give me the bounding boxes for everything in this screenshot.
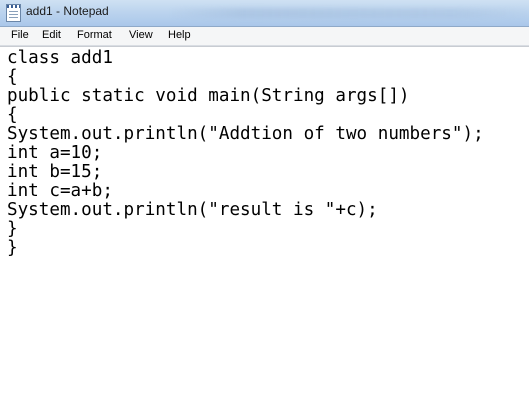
code-line: System.out.println("result is "+c); xyxy=(7,200,378,220)
code-line: } xyxy=(7,219,18,239)
code-line: public static void main(String args[]) xyxy=(7,86,410,106)
text-editor[interactable]: class add1 { public static void main(Str… xyxy=(0,46,529,408)
menu-bar: File Edit Format View Help xyxy=(0,27,529,46)
menu-help[interactable]: Help xyxy=(168,29,191,41)
notepad-icon[interactable] xyxy=(6,4,21,22)
code-line: System.out.println("Addtion of two numbe… xyxy=(7,124,484,144)
code-line: } xyxy=(7,238,18,258)
menu-view[interactable]: View xyxy=(129,29,153,41)
title-bar[interactable]: add1 - Notepad xyxy=(0,0,529,27)
code-line: int c=a+b; xyxy=(7,181,113,201)
menu-format[interactable]: Format xyxy=(77,29,112,41)
title-bar-background xyxy=(170,8,529,18)
menu-file[interactable]: File xyxy=(11,29,29,41)
window-title: add1 - Notepad xyxy=(26,4,109,18)
code-line: int a=10; xyxy=(7,143,103,163)
code-line: { xyxy=(7,105,18,125)
menu-edit[interactable]: Edit xyxy=(42,29,61,41)
code-line: int b=15; xyxy=(7,162,103,182)
notepad-window: add1 - Notepad File Edit Format View Hel… xyxy=(0,0,529,408)
code-line: { xyxy=(7,67,18,87)
code-line: class add1 xyxy=(7,48,113,68)
